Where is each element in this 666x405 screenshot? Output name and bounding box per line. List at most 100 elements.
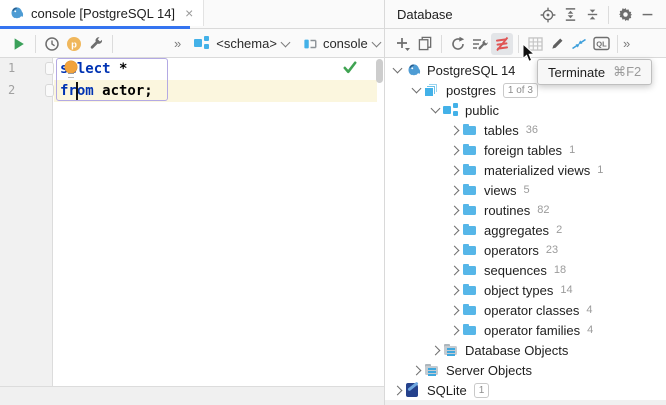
tree-item-operator-families[interactable]: operator families 4 (385, 320, 666, 340)
tab-console[interactable]: console [PostgreSQL 14] × (0, 0, 204, 26)
toolbar-divider (35, 35, 36, 53)
history-icon[interactable] (41, 33, 63, 55)
locate-object-icon[interactable] (537, 4, 559, 26)
chevron-right-icon[interactable] (409, 367, 424, 374)
edit-icon[interactable] (546, 33, 568, 55)
line-number: 1 (8, 61, 15, 75)
tree-item-public[interactable]: public (385, 100, 666, 120)
data-source-properties-icon[interactable] (469, 33, 491, 55)
item-count: 5 (524, 184, 530, 196)
chevron-right-icon[interactable] (428, 347, 443, 354)
tab-close-icon[interactable]: × (185, 5, 193, 21)
scroll-from-editor-icon[interactable] (568, 33, 590, 55)
chevron-right-icon[interactable] (447, 187, 462, 194)
chevron-right-icon[interactable] (447, 287, 462, 294)
tree-item-label: operator families (484, 323, 580, 338)
tree-item-foreign-tables[interactable]: foreign tables 1 (385, 140, 666, 160)
console-icon (303, 37, 318, 51)
database-panel-header: Database (385, 0, 666, 29)
folder-icon (462, 283, 479, 298)
chevron-right-icon[interactable] (447, 207, 462, 214)
more-toolbar-actions-icon[interactable]: » (623, 36, 629, 51)
terminate-tooltip: Terminate ⌘F2 (537, 59, 652, 85)
folder-icon (462, 123, 479, 138)
chevron-right-icon[interactable] (447, 307, 462, 314)
toolbar-divider (518, 35, 519, 53)
fold-marker[interactable] (45, 62, 54, 75)
tree-item-routines[interactable]: routines 82 (385, 200, 666, 220)
terminate-button[interactable] (491, 33, 513, 55)
schema-icon (194, 36, 211, 51)
tooltip-label: Terminate (548, 65, 605, 80)
tooltip-shortcut: ⌘F2 (613, 64, 641, 80)
item-count: 23 (546, 244, 558, 256)
expand-all-icon[interactable] (559, 4, 581, 26)
chevron-right-icon[interactable] (447, 247, 462, 254)
hide-panel-icon[interactable] (636, 4, 658, 26)
inspections-ok-icon[interactable] (343, 61, 357, 74)
duplicate-icon[interactable] (414, 33, 436, 55)
tree-item-label: Server Objects (446, 363, 532, 378)
schema-icon (443, 103, 460, 118)
sqlite-icon (405, 383, 422, 398)
sql-editor[interactable]: 1 2 select * from actor; (0, 58, 384, 386)
item-count: 4 (587, 324, 593, 336)
tree-item-database-objects[interactable]: Database Objects (385, 340, 666, 360)
chevron-right-icon[interactable] (447, 227, 462, 234)
code-text: actor; (94, 83, 153, 99)
postgresql-elephant-icon (407, 63, 422, 78)
chevron-right-icon[interactable] (447, 327, 462, 334)
more-actions-icon[interactable]: » (174, 36, 180, 51)
console-selector[interactable]: console (303, 36, 380, 51)
code-line-2: from actor; (60, 80, 153, 102)
tree-item-label: views (484, 183, 517, 198)
text-caret (76, 82, 78, 100)
refresh-icon[interactable] (447, 33, 469, 55)
database-tree: PostgreSQL 14 postgres 1 of 3 public tab… (385, 58, 666, 400)
code-text: * (111, 61, 128, 77)
settings-wrench-icon[interactable] (85, 33, 107, 55)
new-item-button[interactable] (392, 33, 414, 55)
tree-item-operator-classes[interactable]: operator classes 4 (385, 300, 666, 320)
tree-item-aggregates[interactable]: aggregates 2 (385, 220, 666, 240)
chevron-right-icon[interactable] (447, 167, 462, 174)
run-button[interactable] (8, 33, 30, 55)
tree-item-server-objects[interactable]: Server Objects (385, 360, 666, 380)
postgresql-elephant-icon (10, 6, 25, 21)
tree-item-sequences[interactable]: sequences 18 (385, 260, 666, 280)
tree-item-materialized-views[interactable]: materialized views 1 (385, 160, 666, 180)
query-console-button[interactable]: QL (590, 33, 612, 55)
tree-item-label: SQLite (427, 383, 467, 398)
chevron-down-icon[interactable] (428, 108, 443, 112)
chevron-right-icon[interactable] (390, 387, 405, 394)
chevron-down-icon[interactable] (390, 68, 405, 72)
editor-footer-area (0, 386, 384, 405)
schema-selector[interactable]: <schema> (194, 36, 289, 51)
tree-item-object-types[interactable]: object types 14 (385, 280, 666, 300)
tree-item-operators[interactable]: operators 23 (385, 240, 666, 260)
svg-text:QL: QL (596, 40, 607, 49)
chevron-right-icon[interactable] (447, 127, 462, 134)
parameters-icon[interactable]: p (63, 33, 85, 55)
gear-icon[interactable] (614, 4, 636, 26)
tree-item-sqlite[interactable]: SQLite 1 (385, 380, 666, 400)
tree-item-views[interactable]: views 5 (385, 180, 666, 200)
fold-marker[interactable] (45, 84, 54, 97)
chevron-down-icon[interactable] (409, 88, 424, 92)
tree-item-tables[interactable]: tables 36 (385, 120, 666, 140)
tree-item-label: routines (484, 203, 530, 218)
editor-gutter: 1 2 (0, 58, 53, 386)
item-count: 14 (560, 284, 572, 296)
collapse-all-icon[interactable] (581, 4, 603, 26)
console-toolbar: p » <schema> console (0, 29, 392, 58)
object-folder-icon (443, 343, 460, 358)
item-count: 1 (597, 164, 603, 176)
folder-icon (462, 143, 479, 158)
chevron-right-icon[interactable] (447, 147, 462, 154)
intention-lightbulb-icon[interactable] (65, 61, 77, 73)
folder-icon (462, 223, 479, 238)
chevron-right-icon[interactable] (447, 267, 462, 274)
svg-text:p: p (71, 39, 77, 50)
count-badge: 1 (474, 383, 490, 398)
editor-scrollbar-thumb[interactable] (376, 59, 383, 83)
